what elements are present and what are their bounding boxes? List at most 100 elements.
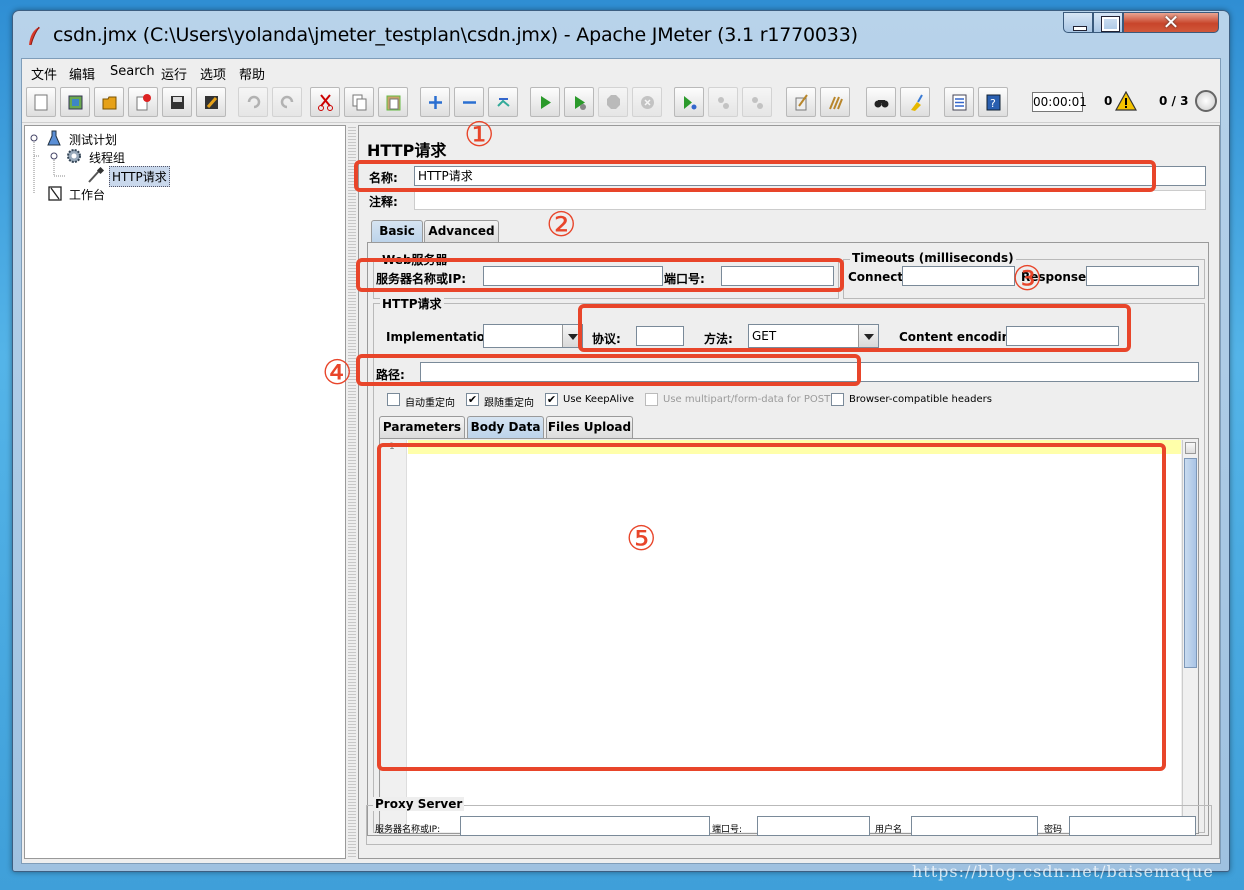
close-window-button[interactable]: ✕ [1123,10,1219,34]
proxy-username-input[interactable] [911,816,1038,836]
tree-item-http-request[interactable]: HTTP请求 [85,166,195,187]
minimize-button[interactable] [1063,12,1093,33]
tree-item-workbench[interactable]: 工作台 [45,184,145,202]
tab-advanced[interactable]: Advanced [424,220,499,242]
tab-files-upload[interactable]: Files Upload [546,416,633,438]
remote-start-all-button[interactable] [674,87,704,117]
tree-item-thread-group[interactable]: 线程组 [63,147,163,165]
help-button[interactable]: ? [978,87,1008,117]
proxy-server-legend: Proxy Server [373,797,465,811]
elapsed-timer: 00:00:01 [1032,92,1087,112]
multipart-checkbox[interactable]: Use multipart/form-data for POST [645,392,830,408]
jmeter-window: csdn.jmx (C:\Users\yolanda\jmeter_testpl… [12,10,1230,872]
name-input[interactable]: HTTP请求 [414,166,1206,186]
split-pane-divider[interactable] [348,125,356,859]
checkbox-box [831,393,844,406]
protocol-input[interactable] [636,326,684,346]
chevron-down-icon [562,325,582,347]
menu-run[interactable]: 运行 [161,64,187,83]
path-input[interactable] [420,362,1199,382]
proxy-password-input[interactable] [1069,816,1196,836]
expand-all-button[interactable] [420,87,450,117]
templates-button[interactable] [60,87,90,117]
panel-title: HTTP请求 [367,141,447,160]
proxy-port-input[interactable] [757,816,870,836]
undo-button[interactable] [238,87,268,117]
use-keepalive-checkbox[interactable]: ✔ Use KeepAlive [545,392,645,408]
port-input[interactable] [721,266,834,286]
menu-file[interactable]: 文件 [31,64,57,83]
annotation-number-1: ① [464,115,495,155]
warning-icon[interactable] [1115,91,1137,111]
proxy-server-input[interactable] [460,816,710,836]
copy-button[interactable] [344,87,374,117]
test-plan-tree: 测试计划 线程组 HTTP请求 工作台 [24,125,346,859]
help-icon: ? [986,94,1001,111]
shutdown-button[interactable] [632,87,662,117]
scroll-up-icon[interactable] [1185,442,1196,454]
save-as-button[interactable] [196,87,226,117]
menu-help[interactable]: 帮助 [239,64,265,83]
toggle-button[interactable] [488,87,518,117]
start-no-pause-icon [575,96,586,110]
line-number: 1 [389,442,395,452]
function-helper-icon [952,94,967,111]
cut-button[interactable] [310,87,340,117]
connect-timeout-input[interactable] [902,266,1015,286]
comment-input[interactable] [414,190,1206,210]
vertical-scrollbar[interactable] [1182,440,1197,832]
tab-parameters[interactable]: Parameters [379,416,465,438]
error-count: 0 [1104,94,1113,108]
reset-search-button[interactable] [900,87,930,117]
tab-basic[interactable]: Basic [371,220,423,242]
content-encoding-input[interactable] [1006,326,1119,346]
new-button[interactable] [26,87,56,117]
path-label: 路径: [376,368,405,382]
auto-redirect-checkbox[interactable]: 自动重定向 [387,392,477,409]
close-file-button[interactable] [128,87,158,117]
checkbox-box [645,393,658,406]
clear-all-button[interactable] [820,87,850,117]
collapse-all-button[interactable] [454,87,484,117]
start-button[interactable] [530,87,560,117]
open-button[interactable] [94,87,124,117]
stop-button[interactable] [598,87,628,117]
server-name-input[interactable] [483,266,663,286]
clear-icon [795,94,808,111]
gear-icon [67,149,81,163]
remote-shutdown-all-button[interactable] [742,87,772,117]
protocol-label: 协议: [592,332,621,346]
server-name-label: 服务器名称或IP: [376,272,467,286]
tree-item-test-plan[interactable]: 测试计划 [43,129,163,147]
content-encoding-label: Content encoding: [899,330,1024,344]
body-data-editor[interactable]: 1 [381,440,1181,832]
collapse-icon [463,101,476,104]
tab-body-data[interactable]: Body Data [467,416,544,438]
redo-button[interactable] [272,87,302,117]
implementation-select[interactable] [483,324,583,348]
web-server-legend: Web服务器 [380,251,450,268]
flask-icon [47,130,61,146]
search-button[interactable] [866,87,896,117]
scroll-thumb[interactable] [1184,458,1197,668]
remote-stop-all-button[interactable] [708,87,738,117]
start-no-pause-button[interactable] [564,87,594,117]
menu-edit[interactable]: 编辑 [69,64,95,83]
maximize-button[interactable] [1093,12,1123,33]
comment-label: 注释: [369,195,398,209]
response-timeout-input[interactable] [1086,266,1199,286]
paste-button[interactable] [378,87,408,117]
check-icon: ✔ [545,393,558,406]
title-bar[interactable]: csdn.jmx (C:\Users\yolanda\jmeter_testpl… [13,10,1229,57]
save-button[interactable] [162,87,192,117]
method-select[interactable]: GET [748,324,879,348]
function-helper-button[interactable] [944,87,974,117]
follow-redirects-checkbox[interactable]: ✔ 跟随重定向 [466,392,556,409]
browser-compatible-headers-checkbox[interactable]: Browser-compatible headers [831,392,992,408]
remote-status-icon [1195,90,1217,112]
menu-search[interactable]: Search [110,64,155,79]
clear-button[interactable] [786,87,816,117]
redo-icon [280,95,294,109]
jmeter-feather-icon [29,26,40,46]
menu-options[interactable]: 选项 [200,64,226,83]
